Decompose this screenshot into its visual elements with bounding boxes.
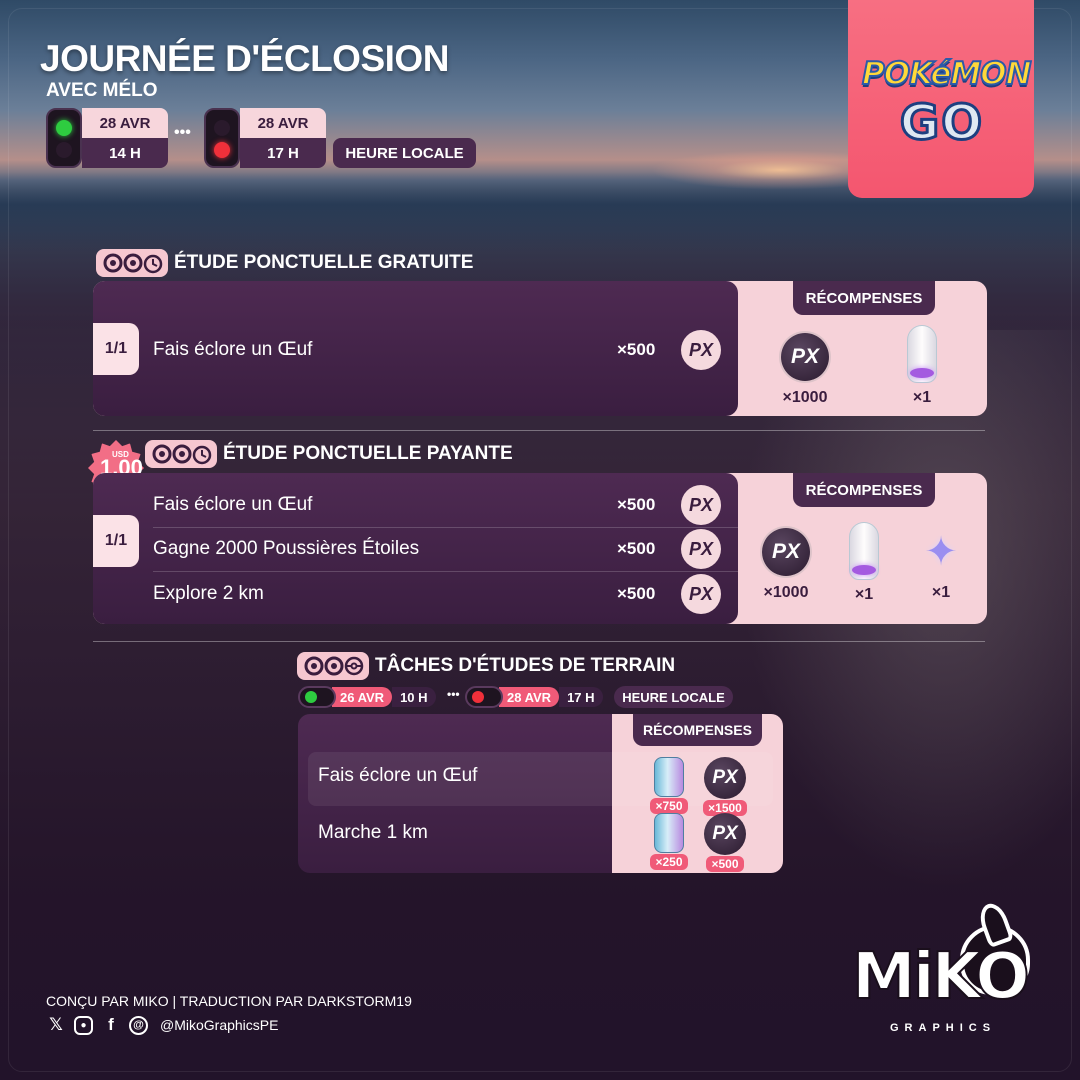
free-research-card: 1/1 Fais éclore un Œuf ×500 PX RÉCOMPENS… xyxy=(93,281,987,416)
reward-stardust: ×250 xyxy=(645,813,693,871)
task-text: Fais éclore un Œuf xyxy=(153,494,313,515)
star-piece-icon: ✦ xyxy=(924,530,958,574)
research-icon xyxy=(145,440,217,468)
reward-xp: PX ×1000 xyxy=(751,528,821,602)
traffic-light-start xyxy=(46,108,82,168)
task-row: Explore 2 km ×500 PX xyxy=(153,572,723,616)
free-research-title: ÉTUDE PONCTUELLE GRATUITE xyxy=(174,252,474,273)
local-time-label: HEURE LOCALE xyxy=(614,686,733,708)
go-logo: GO xyxy=(898,94,985,153)
start-hour: 14 H xyxy=(82,138,168,168)
xp-icon: PX xyxy=(681,529,721,569)
field-start-date: 26 AVR xyxy=(332,687,393,707)
off-light-icon xyxy=(214,120,230,136)
xp-icon: PX xyxy=(704,813,746,855)
green-light-icon xyxy=(305,691,317,703)
reward-qty: ×1 xyxy=(912,389,932,406)
red-light-icon xyxy=(214,142,230,158)
traffic-light-end xyxy=(465,686,503,708)
xp-icon: PX xyxy=(681,485,721,525)
task-xp-qty: ×500 xyxy=(617,539,656,558)
incubator-icon xyxy=(849,522,879,580)
field-end-date: 28 AVR xyxy=(499,687,560,707)
reward-qty: ×1 xyxy=(931,584,951,601)
reward-qty: ×250 xyxy=(650,854,688,870)
field-task-text: Fais éclore un Œuf xyxy=(318,765,478,786)
paid-research-title: ÉTUDE PONCTUELLE PAYANTE xyxy=(223,443,513,464)
pokemon-logo: POKéMON xyxy=(861,55,1033,93)
task-xp-qty: ×500 xyxy=(617,495,656,514)
field-start-time: 26 AVR 10 H xyxy=(298,686,436,708)
paid-research-heading: ÉTUDE PONCTUELLE PAYANTE xyxy=(145,440,513,468)
task-row: Fais éclore un Œuf ×500 PX xyxy=(153,483,723,527)
xp-icon: PX xyxy=(762,528,810,576)
reward-qty: ×1000 xyxy=(763,584,809,601)
task-row: Fais éclore un Œuf ×500 PX xyxy=(153,328,723,372)
task-text: Gagne 2000 Poussières Étoiles xyxy=(153,538,420,559)
xp-icon: PX xyxy=(681,574,721,614)
step-counter: 1/1 xyxy=(93,323,139,375)
miko-logo: MiKO xyxy=(851,939,1031,1015)
off-light-icon xyxy=(56,142,72,158)
research-icon xyxy=(96,249,168,277)
stardust-icon xyxy=(654,813,684,853)
traffic-light-start xyxy=(298,686,336,708)
instagram-icon[interactable]: ● xyxy=(74,1015,93,1035)
reward-qty: ×1 xyxy=(854,586,874,603)
field-start-hour: 10 H xyxy=(392,687,436,707)
time-ellipsis: ••• xyxy=(174,124,191,141)
field-task-text: Marche 1 km xyxy=(318,822,428,843)
social-handle[interactable]: @MikoGraphicsPE xyxy=(160,1017,278,1033)
reward-qty: ×1000 xyxy=(782,389,828,406)
rewards-label: RÉCOMPENSES xyxy=(633,714,762,746)
green-light-icon xyxy=(56,120,72,136)
reward-incubator: ×1 xyxy=(829,522,899,604)
paid-research-card: 1/1 Fais éclore un Œuf ×500 PX Gagne 200… xyxy=(93,473,987,624)
page-subtitle: AVEC MÉLO xyxy=(46,80,158,101)
rewards-label: RÉCOMPENSES xyxy=(793,281,935,315)
field-research-heading: TÂCHES D'ÉTUDES DE TERRAIN xyxy=(297,652,675,680)
task-text: Explore 2 km xyxy=(153,583,264,604)
x-icon[interactable]: 𝕏 xyxy=(46,1015,66,1035)
field-end-hour: 17 H xyxy=(559,687,603,707)
facebook-icon[interactable]: f xyxy=(101,1015,121,1035)
field-end-time: 28 AVR 17 H xyxy=(465,686,603,708)
traffic-light-end xyxy=(204,108,240,168)
xp-icon: PX xyxy=(681,330,721,370)
task-text: Fais éclore un Œuf xyxy=(153,339,313,360)
local-time-label: HEURE LOCALE xyxy=(333,138,476,168)
step-counter: 1/1 xyxy=(93,515,139,567)
section-divider xyxy=(93,430,985,431)
reward-xp: PX ×500 xyxy=(701,813,749,873)
incubator-icon xyxy=(907,325,937,383)
research-icon xyxy=(297,652,369,680)
reward-qty: ×750 xyxy=(650,798,688,814)
reward-incubator: ×1 xyxy=(887,325,957,407)
reward-xp: PX ×1500 xyxy=(701,757,749,817)
end-date: 28 AVR xyxy=(240,108,326,138)
reward-xp: PX ×1000 xyxy=(770,333,840,407)
free-research-heading: ÉTUDE PONCTUELLE GRATUITE xyxy=(96,249,473,277)
reward-stardust: ×750 xyxy=(645,757,693,815)
red-light-icon xyxy=(472,691,484,703)
social-links: 𝕏 ● f @ @MikoGraphicsPE xyxy=(46,1015,278,1035)
start-date: 28 AVR xyxy=(82,108,168,138)
credit-text: CONÇU PAR MIKO | TRADUCTION PAR DARKSTOR… xyxy=(46,993,412,1009)
xp-icon: PX xyxy=(781,333,829,381)
miko-logo-subtitle: GRAPHICS xyxy=(890,1022,997,1034)
end-hour: 17 H xyxy=(240,138,326,168)
page-title: JOURNÉE D'ÉCLOSION xyxy=(40,38,449,79)
task-row: Gagne 2000 Poussières Étoiles ×500 PX xyxy=(153,527,723,571)
threads-icon[interactable]: @ xyxy=(129,1015,148,1035)
task-xp-qty: ×500 xyxy=(617,340,656,359)
section-divider xyxy=(93,641,985,642)
stardust-icon xyxy=(654,757,684,797)
task-xp-qty: ×500 xyxy=(617,584,656,603)
rewards-label: RÉCOMPENSES xyxy=(793,473,935,507)
time-ellipsis: ••• xyxy=(447,687,460,701)
reward-qty: ×500 xyxy=(706,856,744,872)
field-research-title: TÂCHES D'ÉTUDES DE TERRAIN xyxy=(375,655,676,676)
xp-icon: PX xyxy=(704,757,746,799)
reward-star-piece: ✦ ×1 xyxy=(906,528,976,602)
